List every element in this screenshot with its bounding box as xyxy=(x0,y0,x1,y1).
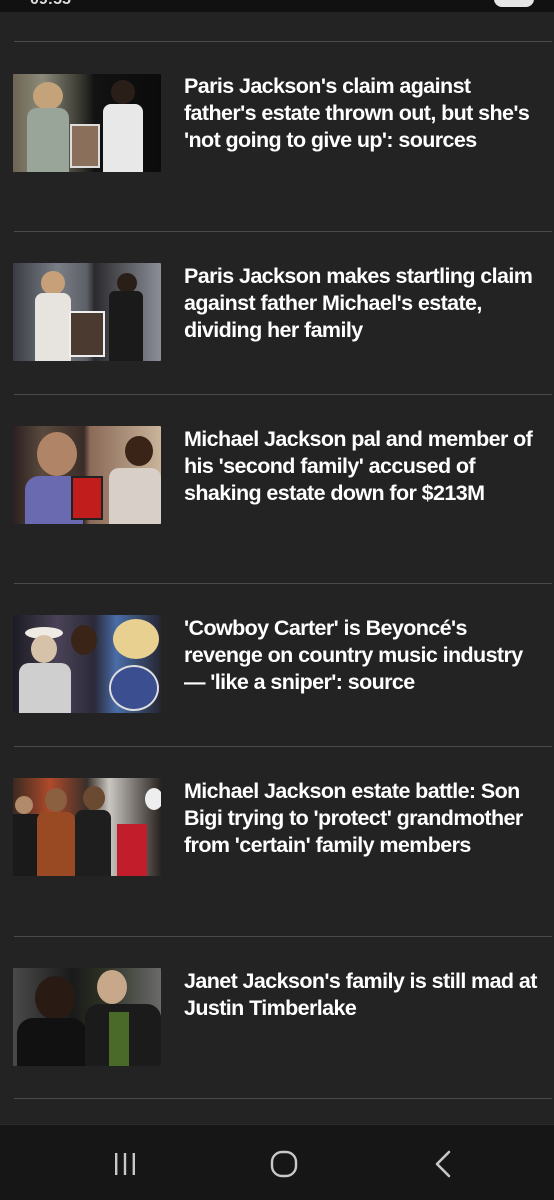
janet-justin-image xyxy=(13,968,161,1066)
status-time: 09:55 xyxy=(30,0,71,9)
paris-michael-collage-image xyxy=(13,263,161,361)
article-headline[interactable]: Michael Jackson estate battle: Son Bigi … xyxy=(184,778,546,859)
article-headline[interactable]: Paris Jackson makes startling claim agai… xyxy=(184,263,546,344)
home-button[interactable] xyxy=(252,1139,316,1189)
article-headline[interactable]: Paris Jackson's claim against father's e… xyxy=(184,73,546,154)
paris-jackson-collage-image xyxy=(13,74,161,172)
article-item[interactable]: Michael Jackson pal and member of his 's… xyxy=(0,395,554,583)
article-item[interactable]: Michael Jackson estate battle: Son Bigi … xyxy=(0,747,554,936)
article-headline[interactable]: Michael Jackson pal and member of his 's… xyxy=(184,426,546,507)
recents-icon xyxy=(115,1153,135,1175)
home-icon xyxy=(270,1150,298,1178)
michael-jackson-pal-collage-image xyxy=(13,426,161,524)
article-item[interactable]: Janet Jackson's family is still mad at J… xyxy=(0,937,554,1098)
back-icon xyxy=(435,1150,451,1178)
beyonce-cowboy-collage-image xyxy=(13,615,161,713)
article-headline[interactable]: 'Cowboy Carter' is Beyoncé's revenge on … xyxy=(184,615,546,696)
article-item[interactable]: Paris Jackson makes startling claim agai… xyxy=(0,232,554,394)
status-bar: 09:55 xyxy=(0,0,554,12)
status-icons xyxy=(486,0,534,9)
recents-button[interactable] xyxy=(93,1139,157,1189)
divider xyxy=(14,1098,552,1099)
article-item[interactable]: 'Cowboy Carter' is Beyoncé's revenge on … xyxy=(0,584,554,746)
jackson-family-collage-image xyxy=(13,778,161,876)
navigation-bar xyxy=(0,1124,554,1200)
article-headline[interactable]: Janet Jackson's family is still mad at J… xyxy=(184,968,546,1022)
article-item[interactable]: Paris Jackson's claim against father's e… xyxy=(0,42,554,231)
news-feed-screen: 09:55 Paris Jackson's claim against fath… xyxy=(0,0,554,1200)
battery-icon xyxy=(494,0,534,7)
back-button[interactable] xyxy=(412,1139,476,1189)
